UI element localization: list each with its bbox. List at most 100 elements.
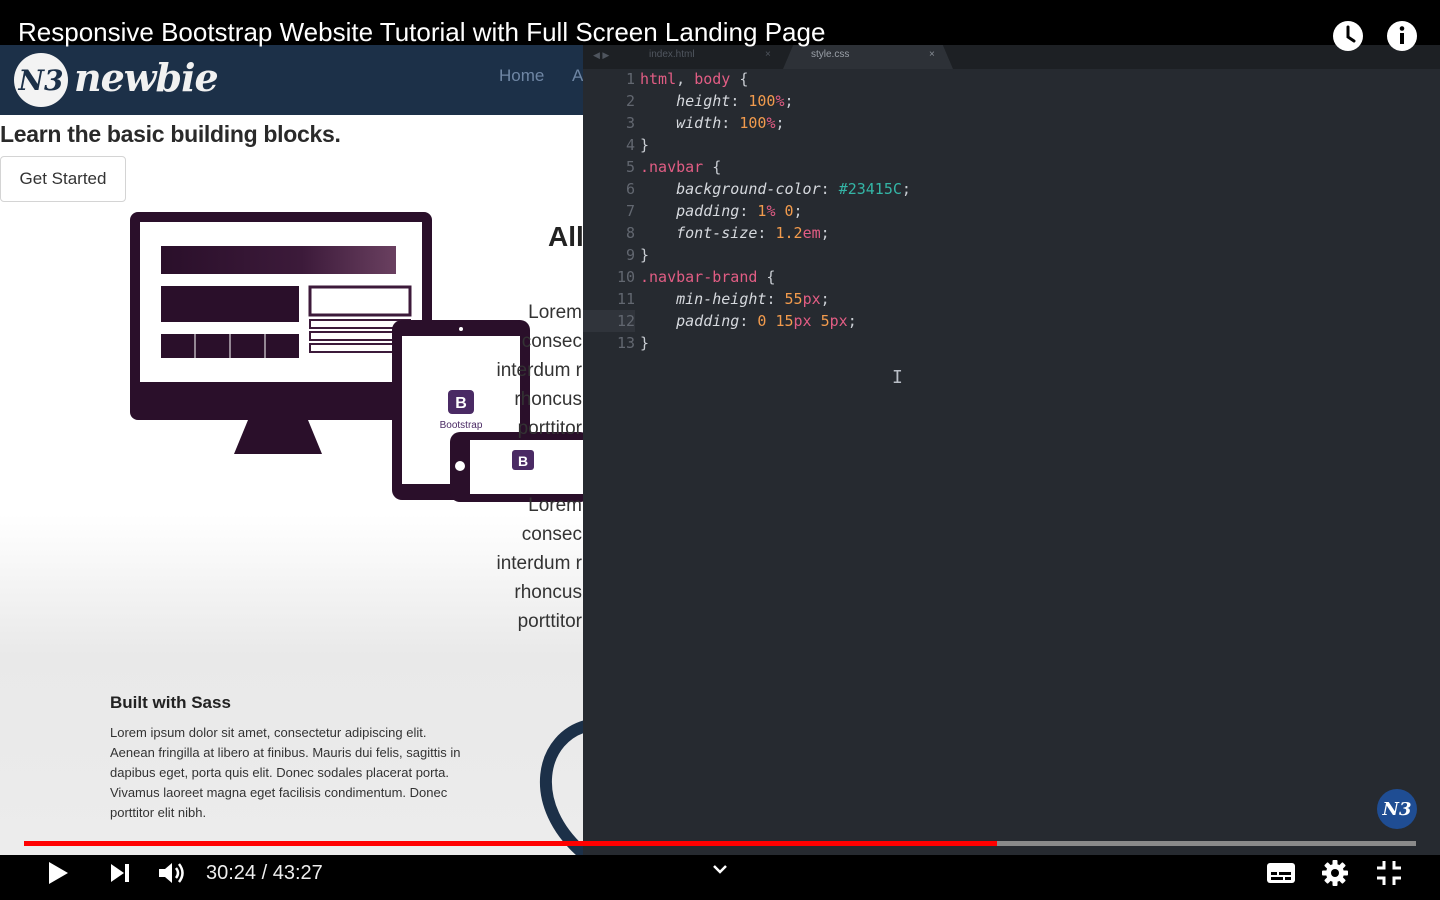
code-line[interactable]: } xyxy=(640,246,649,264)
line-number: 13 xyxy=(616,334,635,352)
line-number: 8 xyxy=(625,224,635,242)
get-started-button: Get Started xyxy=(0,156,126,202)
time-display: 30:24 / 43:27 xyxy=(206,860,323,886)
line-number: 9 xyxy=(625,246,635,264)
line-number: 7 xyxy=(625,202,635,220)
css-property: width xyxy=(676,114,722,132)
bootstrap-badge: B xyxy=(455,395,467,412)
css-property: padding xyxy=(676,202,740,220)
newbie-logo-icon: N3 xyxy=(14,53,68,107)
css-property: background-color xyxy=(676,180,821,198)
lorem-line: interdum r xyxy=(496,360,582,381)
css-selector: body xyxy=(694,70,731,88)
css-brace: } xyxy=(640,246,650,264)
css-punctuation: , xyxy=(676,70,695,88)
hero-title: Learn the basic building blocks. xyxy=(0,121,341,147)
css-number: 100 xyxy=(748,92,776,110)
text-cursor-icon: I xyxy=(892,367,903,388)
line-number: 1 xyxy=(625,70,635,88)
sass-section-body: Lorem ipsum dolor sit amet, consectetur … xyxy=(110,725,461,820)
css-number: 5 xyxy=(820,312,830,330)
next-icon[interactable] xyxy=(103,856,137,890)
line-number: 10 xyxy=(616,268,635,286)
exit-fullscreen-icon[interactable] xyxy=(1370,855,1408,891)
info-icon[interactable] xyxy=(1383,17,1421,55)
tab-close-icon[interactable]: × xyxy=(765,45,771,69)
sass-section-title: Built with Sass xyxy=(110,693,231,712)
line-number: 3 xyxy=(625,114,635,132)
css-brace: { xyxy=(703,158,722,176)
css-brace: } xyxy=(640,334,650,352)
code-line[interactable]: font-size: 1.2em; xyxy=(640,224,830,242)
line-number: 12 xyxy=(616,312,635,330)
code-line[interactable]: } xyxy=(640,334,649,352)
lorem-column-b: Lorem consec interdum r rhoncus porttito… xyxy=(496,491,582,636)
css-brace: { xyxy=(730,70,749,88)
captions-icon[interactable] xyxy=(1262,856,1300,890)
css-number: 100 xyxy=(739,114,767,132)
css-unit: px xyxy=(802,290,821,308)
website-preview: N3 newbie Home A Learn the basic buildin… xyxy=(0,45,584,855)
css-number: 0 xyxy=(784,202,794,220)
progress-bar[interactable] xyxy=(24,841,1416,846)
bootstrap-label: Bootstrap xyxy=(440,420,483,431)
bootstrap-badge-small: B xyxy=(518,453,528,469)
progress-played xyxy=(24,841,998,846)
code-line[interactable]: background-color: #23415C; xyxy=(640,180,911,198)
css-property: font-size xyxy=(676,224,758,242)
lorem-line: Lorem xyxy=(528,495,582,516)
code-line[interactable]: .navbar { xyxy=(640,158,721,176)
css-unit: em xyxy=(802,224,821,242)
lorem-line: Lorem xyxy=(528,302,582,323)
css-number: 15 xyxy=(775,312,794,330)
line-number: 2 xyxy=(625,92,635,110)
video-title[interactable]: Responsive Bootstrap Website Tutorial wi… xyxy=(18,17,825,48)
play-icon[interactable] xyxy=(40,856,76,890)
column-heading: All xyxy=(548,221,584,252)
gear-icon[interactable] xyxy=(1316,855,1354,891)
volume-icon[interactable] xyxy=(154,855,192,891)
code-editor[interactable]: ◀ ▶ index.html × style.css × 1 2 3 4 5 6… xyxy=(583,45,1440,855)
css-property: padding xyxy=(676,312,740,330)
clock-icon[interactable] xyxy=(1329,17,1367,55)
tab-nav-arrows[interactable]: ◀ ▶ xyxy=(593,45,609,69)
css-hex-color: #23415C xyxy=(838,180,902,198)
lorem-line: porttitor xyxy=(517,611,582,632)
lorem-column-a: Lorem consec interdum r rhoncus porttito… xyxy=(496,298,582,443)
code-line[interactable]: padding: 0 15px 5px; xyxy=(640,312,857,330)
css-number: 55 xyxy=(784,290,803,308)
lorem-line: consec xyxy=(521,524,582,545)
css-property: height xyxy=(676,92,731,110)
line-number: 11 xyxy=(616,290,635,308)
line-number: 6 xyxy=(625,180,635,198)
tab-style-css[interactable]: style.css xyxy=(811,45,849,69)
tab-close-icon[interactable]: × xyxy=(929,45,935,69)
code-line[interactable]: } xyxy=(640,136,649,154)
lorem-line: rhoncus xyxy=(514,582,582,603)
code-line[interactable]: height: 100%; xyxy=(640,92,793,110)
tab-index-html[interactable]: index.html xyxy=(649,45,695,69)
css-unit: px xyxy=(793,312,812,330)
css-selector: .navbar-brand xyxy=(640,268,758,286)
site-navbar: N3 newbie Home A xyxy=(0,45,584,115)
chevron-down-icon[interactable] xyxy=(706,858,734,880)
css-brace: } xyxy=(640,136,650,154)
video-frame[interactable]: N3 newbie Home A Learn the basic buildin… xyxy=(0,0,1440,900)
css-number: 1.2 xyxy=(775,224,803,242)
css-selector: html xyxy=(640,70,677,88)
sass-logo-arc xyxy=(539,720,584,855)
code-line[interactable]: html, body { xyxy=(640,70,748,88)
line-number: 4 xyxy=(625,136,635,154)
css-brace: { xyxy=(757,268,776,286)
line-number: 5 xyxy=(625,158,635,176)
editor-tab-bar: ◀ ▶ index.html × style.css × xyxy=(583,45,1440,69)
current-time: 30:24 xyxy=(206,862,257,884)
code-line[interactable]: width: 100%; xyxy=(640,114,784,132)
time-separator: / xyxy=(261,862,268,884)
code-line[interactable]: min-height: 55px; xyxy=(640,290,830,308)
code-line[interactable]: padding: 1% 0; xyxy=(640,202,802,220)
code-line[interactable]: .navbar-brand { xyxy=(640,268,775,286)
css-unit: px xyxy=(829,312,848,330)
lorem-line: porttitor xyxy=(517,418,582,439)
channel-watermark-icon[interactable]: N3 xyxy=(1377,789,1417,829)
